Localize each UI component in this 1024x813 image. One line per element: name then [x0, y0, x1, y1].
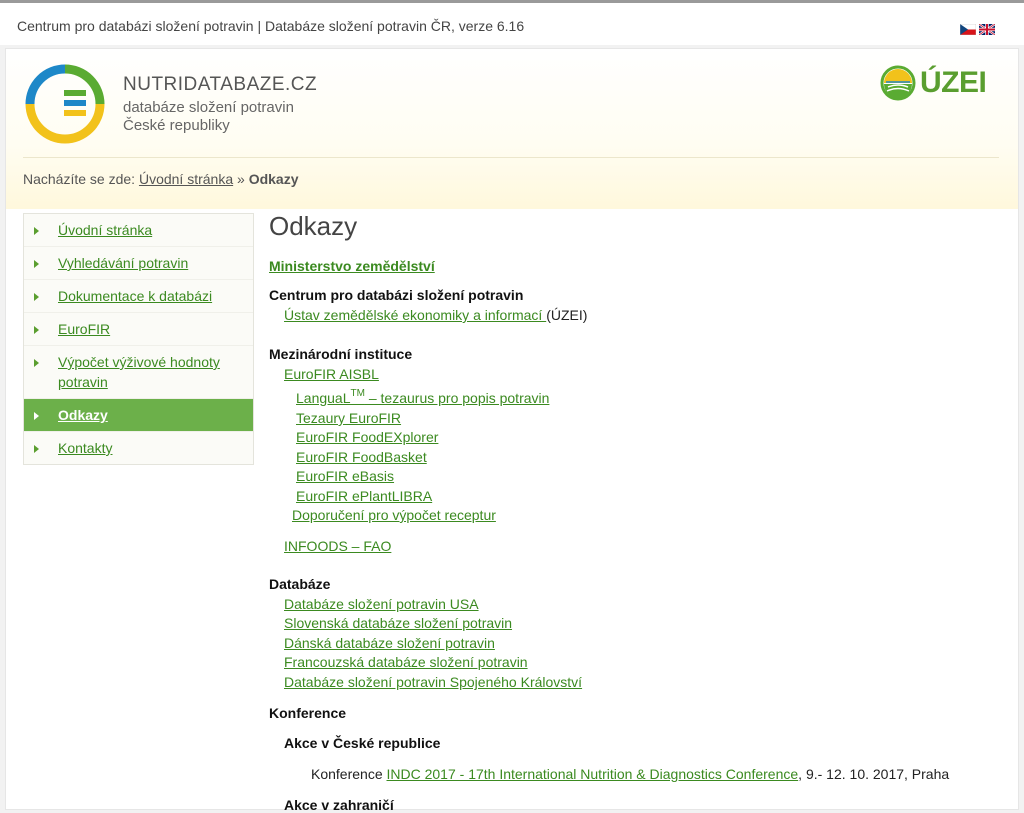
langual-row: LanguaLTM – tezaurus pro popis potravin: [296, 388, 550, 407]
breadcrumb: Nacházíte se zde: Úvodní stránka » Odkaz…: [23, 171, 299, 187]
sidebar-item-label: Úvodní stránka: [58, 222, 153, 238]
uzei-logo[interactable]: ÚZEI: [880, 65, 987, 101]
foodexplorer-link[interactable]: EuroFIR FoodEXplorer: [296, 429, 438, 445]
langual-prefix: LanguaL: [296, 390, 351, 406]
logo-subtitle-1: databáze složení potravin: [123, 99, 294, 116]
langual-rest: – tezaurus pro popis potravin: [364, 390, 550, 406]
sidebar-item-label: EuroFIR: [58, 321, 111, 337]
ministry-link[interactable]: Ministerstvo zemědělství: [269, 258, 435, 274]
logo-subtitle-2: České republiky: [123, 117, 230, 134]
conf-suffix: , 9.- 12. 10. 2017, Praha: [798, 766, 950, 782]
eurofir-aisbl-link[interactable]: EuroFIR AISBL: [284, 366, 379, 382]
logo-text: NUTRIDATABAZE.CZ databáze složení potrav…: [123, 74, 317, 134]
eplantlibra-row: EuroFIR ePlantLIBRA: [296, 488, 432, 504]
cz-events-heading: Akce v České republice: [284, 735, 441, 751]
db-link-french[interactable]: Francouzská databáze složení potravin: [284, 654, 528, 670]
czech-flag-icon[interactable]: [960, 24, 976, 35]
logo-title: NUTRIDATABAZE.CZ: [123, 74, 318, 95]
arrow-right-icon: [34, 412, 39, 420]
header-divider: [23, 157, 999, 158]
infoods-link[interactable]: INFOODS – FAO: [284, 538, 391, 554]
uzei-suffix: (ÚZEI): [546, 307, 588, 323]
sidebar-item-label: Výpočet výživové hodnoty potravin: [58, 354, 220, 390]
db-row: Databáze složení potravin Spojeného Král…: [284, 674, 582, 690]
breadcrumb-separator: »: [237, 171, 245, 187]
sidebar-item-kontakty[interactable]: Kontakty: [24, 432, 253, 464]
uzei-row: Ústav zemědělské ekonomiky a informací (…: [284, 307, 587, 323]
sidebar-nav: Úvodní stránka Vyhledávání potravin Doku…: [23, 213, 254, 465]
center-heading: Centrum pro databázi složení potravin: [269, 287, 524, 303]
arrow-right-icon: [34, 445, 39, 453]
db-link-uk[interactable]: Databáze složení potravin Spojeného Král…: [284, 674, 582, 690]
ebasis-link[interactable]: EuroFIR eBasis: [296, 468, 394, 484]
conf-prefix: Konference: [311, 766, 387, 782]
sidebar-item-eurofir[interactable]: EuroFIR: [24, 313, 253, 346]
foodbasket-link[interactable]: EuroFIR FoodBasket: [296, 449, 427, 465]
infoods-row: INFOODS – FAO: [284, 538, 391, 554]
intl-heading: Mezinárodní instituce: [269, 346, 413, 362]
breadcrumb-current: Odkazy: [248, 171, 299, 187]
arrow-right-icon: [34, 227, 39, 235]
breadcrumb-prefix: Nacházíte se zde:: [23, 171, 136, 187]
db-row: Dánská databáze složení potravin: [284, 635, 495, 651]
doporuceni-link[interactable]: Doporučení pro výpočet receptur: [292, 507, 496, 523]
english-flag-icon[interactable]: [979, 24, 995, 35]
nutridatabaze-logo-icon[interactable]: [24, 63, 106, 145]
foodexplorer-row: EuroFIR FoodEXplorer: [296, 429, 438, 445]
top-bar: Centrum pro databázi složení potravin | …: [0, 3, 1024, 45]
sidebar-item-vyhledavani[interactable]: Vyhledávání potravin: [24, 247, 253, 280]
header: NUTRIDATABAZE.CZ databáze složení potrav…: [6, 49, 1018, 209]
indc-conference-link[interactable]: INDC 2017 - 17th International Nutrition…: [387, 766, 799, 782]
language-switcher: [960, 24, 995, 35]
arrow-right-icon: [34, 293, 39, 301]
ebasis-row: EuroFIR eBasis: [296, 468, 394, 484]
uzei-emblem-icon: [880, 65, 916, 101]
db-link-usa[interactable]: Databáze složení potravin USA: [284, 596, 479, 612]
db-row: Francouzská databáze složení potravin: [284, 654, 528, 670]
eplantlibra-link[interactable]: EuroFIR ePlantLIBRA: [296, 488, 432, 504]
tezaury-link[interactable]: Tezaury EuroFIR: [296, 410, 401, 426]
ministry-row: Ministerstvo zemědělství: [269, 258, 435, 274]
conf-heading: Konference: [269, 705, 347, 721]
trademark-mark: TM: [350, 388, 365, 399]
sidebar-item-label: Kontakty: [58, 440, 113, 456]
foodbasket-row: EuroFIR FoodBasket: [296, 449, 427, 465]
sidebar-item-vypocet[interactable]: Výpočet výživové hodnoty potravin: [24, 346, 253, 399]
abroad-heading: Akce v zahraničí: [284, 797, 394, 813]
conference-row: Konference INDC 2017 - 17th Internationa…: [311, 766, 949, 782]
langual-link[interactable]: LanguaLTM – tezaurus pro popis potravin: [296, 388, 550, 407]
tezaury-row: Tezaury EuroFIR: [296, 410, 401, 426]
sidebar-item-uvodni-stranka[interactable]: Úvodní stránka: [24, 214, 253, 247]
db-row: Databáze složení potravin USA: [284, 596, 479, 612]
sidebar-item-label: Odkazy: [58, 407, 108, 423]
breadcrumb-home-link[interactable]: Úvodní stránka: [139, 171, 233, 187]
eurofir-aisbl-row: EuroFIR AISBL: [284, 366, 379, 382]
arrow-right-icon: [34, 326, 39, 334]
db-heading: Databáze: [269, 576, 331, 592]
page-title: Odkazy: [269, 211, 358, 241]
sidebar-item-label: Dokumentace k databázi: [58, 288, 213, 304]
sidebar-item-dokumentace[interactable]: Dokumentace k databázi: [24, 280, 253, 313]
arrow-right-icon: [34, 260, 39, 268]
arrow-right-icon: [34, 359, 39, 367]
db-row: Slovenská databáze složení potravin: [284, 615, 512, 631]
uzei-link[interactable]: Ústav zemědělské ekonomiky a informací: [284, 307, 546, 323]
db-link-slovak[interactable]: Slovenská databáze složení potravin: [284, 615, 512, 631]
sidebar-item-label: Vyhledávání potravin: [58, 255, 189, 271]
db-link-danish[interactable]: Dánská databáze složení potravin: [284, 635, 495, 651]
site-title: Centrum pro databázi složení potravin | …: [17, 18, 525, 34]
main-content: Odkazy Ministerstvo zemědělství Centrum …: [269, 211, 1009, 813]
uzei-logo-text: ÚZEI: [920, 66, 987, 99]
sidebar-item-odkazy[interactable]: Odkazy: [24, 399, 253, 432]
doporuceni-row: Doporučení pro výpočet receptur: [292, 507, 496, 523]
page-container: NUTRIDATABAZE.CZ databáze složení potrav…: [5, 48, 1019, 813]
